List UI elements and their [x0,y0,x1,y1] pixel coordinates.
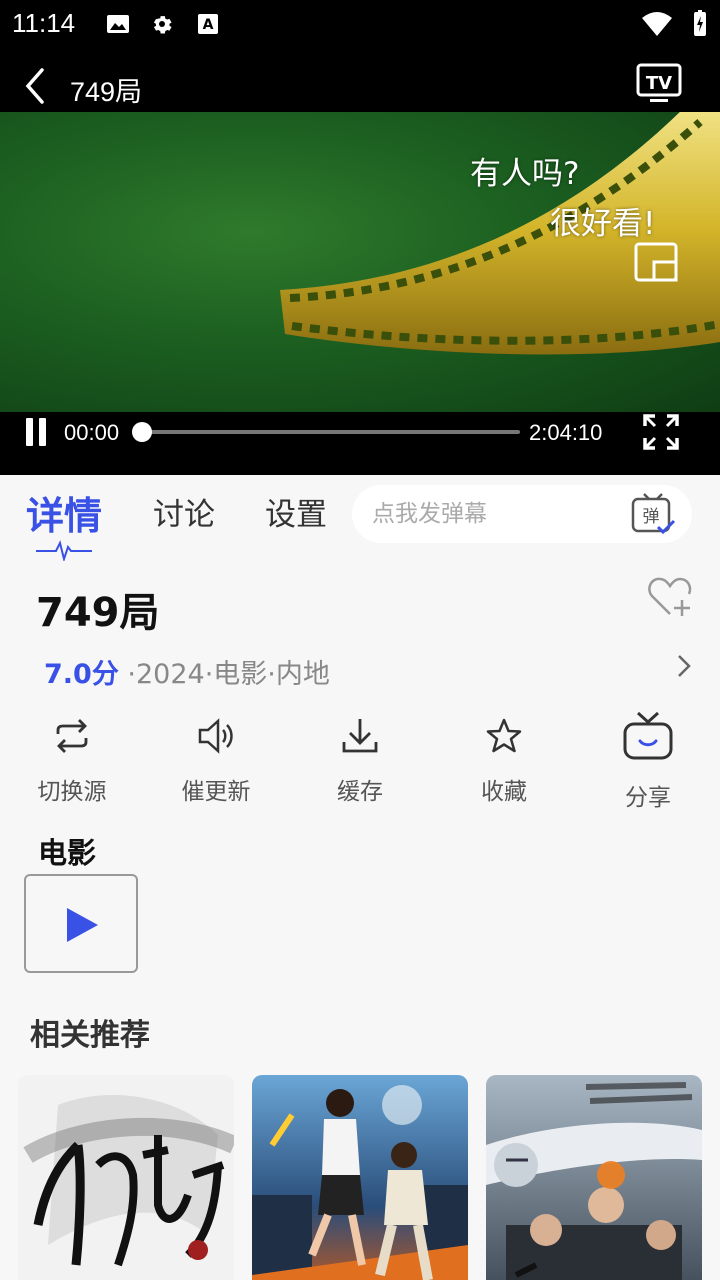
video-player: 749局 TV 有人吗? 很好看! 00:00 2:04:10 [0,50,720,475]
total-time: 2:04:10 [529,420,603,445]
action-label: 催更新 [181,779,251,805]
svg-text:弹: 弹 [643,507,660,527]
tab-bar: 详情 讨论 设置 弹 [0,475,720,565]
app-screen: 11:14 A 749局 TV 有人吗? 很好看! 00:00 2:04:10 … [0,0,720,1280]
status-bar: 11:14 A [0,0,720,50]
danmaku-comment: 有人吗? [470,156,580,192]
tab-details[interactable]: 详情 [26,485,102,540]
download-icon [342,719,378,753]
pause-icon-bar [39,418,46,446]
tab-discussion[interactable]: 讨论 [153,489,215,534]
player-title: 749局 [70,77,143,107]
poster-image [252,1075,468,1280]
danmaku-toggle-icon[interactable]: 弹 [630,491,676,537]
danmaku-input-box: 弹 [352,485,692,543]
tab-settings[interactable]: 设置 [265,489,327,534]
switch-source-icon [56,719,88,753]
danmaku-comment: 很好看! [550,206,656,242]
image-icon [107,15,129,33]
picture-in-picture-icon[interactable] [634,242,680,284]
wifi-battery-icons [642,10,706,36]
progress-knob[interactable] [132,422,152,442]
player-controls: 00:00 2:04:10 [0,412,720,475]
player-top-bar: 749局 TV [0,50,720,112]
movie-title: 749局 [36,590,160,636]
recommend-poster[interactable] [252,1075,468,1280]
progress-track[interactable] [140,430,520,434]
poster-image [18,1075,234,1280]
recommend-poster[interactable] [486,1075,702,1280]
cache-button[interactable]: 缓存 [288,708,432,818]
request-update-button[interactable]: 催更新 [144,708,288,818]
play-icon [67,908,98,942]
action-row: 切换源 催更新 缓存 收藏 分享 [0,708,720,818]
fullscreen-icon[interactable] [641,412,681,452]
action-label: 分享 [625,785,671,811]
chevron-right-icon[interactable] [672,652,696,680]
recommend-section-title: 相关推荐 [30,1018,150,1053]
current-time: 00:00 [64,420,120,445]
favorite-button[interactable]: 收藏 [432,708,576,818]
movie-meta[interactable]: 7.0分 ·2024·电影·内地 [44,652,330,691]
svg-text:TV: TV [646,73,672,94]
episodes-section-title: 电影 [38,836,97,870]
pause-icon [26,418,33,446]
svg-text:A: A [203,17,214,33]
back-arrow-icon[interactable] [20,66,50,106]
tv-cast-icon[interactable]: TV [636,62,682,104]
font-a-icon: A [198,14,218,34]
action-label: 缓存 [337,779,383,805]
active-tab-indicator [36,540,92,561]
recommend-poster[interactable] [18,1075,234,1280]
speaker-icon [198,718,233,754]
switch-source-button[interactable]: 切换源 [0,708,144,818]
video-frame[interactable]: 有人吗? 很好看! [0,112,720,412]
tv-share-icon [623,711,673,760]
danmaku-input[interactable] [372,497,622,531]
share-button[interactable]: 分享 [576,708,720,818]
pause-button[interactable] [24,418,50,446]
film-strip-graphic [280,112,720,355]
star-icon [486,718,522,753]
movie-info: ·2024·电影·内地 [118,659,330,690]
settings-icon [153,16,172,34]
play-episode-button[interactable] [24,874,138,973]
action-label: 切换源 [37,779,107,805]
action-label: 收藏 [481,779,527,805]
movie-score: 7.0分 [44,659,119,690]
heart-add-icon[interactable] [646,574,694,620]
status-time: 11:14 [12,8,76,38]
poster-image [486,1075,702,1280]
